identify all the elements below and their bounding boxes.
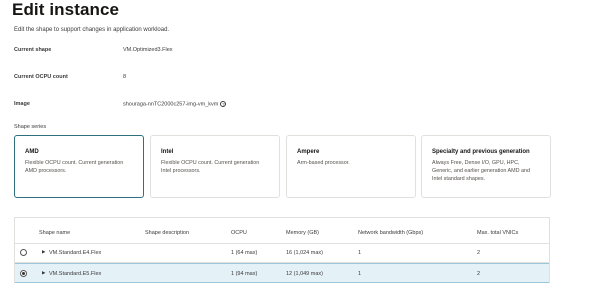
table-header: Shape name Shape description OCPU Memory… — [15, 218, 549, 244]
image-value-group: shouraga-nnTC2000c257-img-vm_kvm? — [123, 101, 227, 108]
current-shape-value: VM.Optimized3.Flex — [123, 47, 173, 53]
current-ocpu-label: Current OCPU count — [14, 74, 68, 80]
row-radio-button[interactable] — [20, 270, 27, 277]
cell-memory: 12 (1,049 max) — [286, 271, 323, 277]
cell-network: 1 — [358, 271, 362, 277]
cell-network: 1 — [358, 250, 362, 256]
column-header-shape-name[interactable]: Shape name — [39, 230, 70, 236]
shape-card-description: Flexible OCPU count. Current generation … — [25, 160, 124, 174]
current-ocpu-value: 8 — [123, 74, 127, 80]
shape-series-label: Shape series — [14, 124, 47, 130]
cell-vnics: 2 — [477, 271, 481, 277]
column-header-network[interactable]: Network bandwidth (Gbps) — [358, 230, 423, 236]
cell-ocpu: 1 (94 max) — [231, 271, 258, 277]
shape-card-title: Intel — [161, 149, 174, 155]
cell-ocpu: 1 (64 max) — [231, 250, 258, 256]
column-header-memory[interactable]: Memory (GB) — [286, 230, 319, 236]
image-label: Image — [14, 101, 30, 107]
shape-card-specialty[interactable]: Specialty and previous generation Always… — [421, 135, 551, 198]
table-row[interactable]: ▶ VM.Standard.E5.Flex 1 (94 max) 12 (1,0… — [15, 263, 549, 283]
shape-card-description: Always Free, Dense I/O, GPU, HPC, Generi… — [432, 160, 530, 182]
row-radio-button[interactable] — [20, 249, 27, 256]
cell-shape-name: VM.Standard.E4.Flex — [49, 250, 102, 256]
shape-card-description: Flexible OCPU count. Current generation … — [161, 160, 260, 174]
cell-shape-name: VM.Standard.E5.Flex — [49, 271, 102, 277]
column-header-shape-description[interactable]: Shape description — [145, 230, 189, 236]
expand-row-icon[interactable]: ▶ — [42, 249, 45, 255]
shape-card-title: Specialty and previous generation — [432, 149, 530, 155]
shape-card-title: AMD — [25, 149, 39, 155]
shape-card-description: Arm-based processor. — [297, 160, 350, 166]
column-header-vnics[interactable]: Max. total VNICs — [477, 230, 518, 236]
shape-card-ampere[interactable]: Ampere Arm-based processor. — [286, 135, 416, 198]
info-icon[interactable]: ? — [220, 101, 227, 107]
shapes-table: Shape name Shape description OCPU Memory… — [14, 217, 550, 283]
current-shape-label: Current shape — [14, 47, 52, 53]
column-header-ocpu[interactable]: OCPU — [231, 230, 247, 236]
shape-card-title: Ampere — [297, 149, 320, 155]
shape-card-intel[interactable]: Intel Flexible OCPU count. Current gener… — [150, 135, 280, 198]
table-row[interactable]: ▶ VM.Standard.E4.Flex 1 (64 max) 16 (1,0… — [15, 243, 549, 263]
page-title: Edit instance — [12, 0, 120, 19]
shape-card-amd[interactable]: AMD Flexible OCPU count. Current generat… — [14, 135, 144, 198]
expand-row-icon[interactable]: ▶ — [42, 270, 45, 276]
page-subtitle: Edit the shape to support changes in app… — [14, 27, 170, 33]
image-value: shouraga-nnTC2000c257-img-vm_kvm — [123, 101, 219, 108]
cell-memory: 16 (1,024 max) — [286, 250, 323, 256]
cell-vnics: 2 — [477, 250, 481, 256]
